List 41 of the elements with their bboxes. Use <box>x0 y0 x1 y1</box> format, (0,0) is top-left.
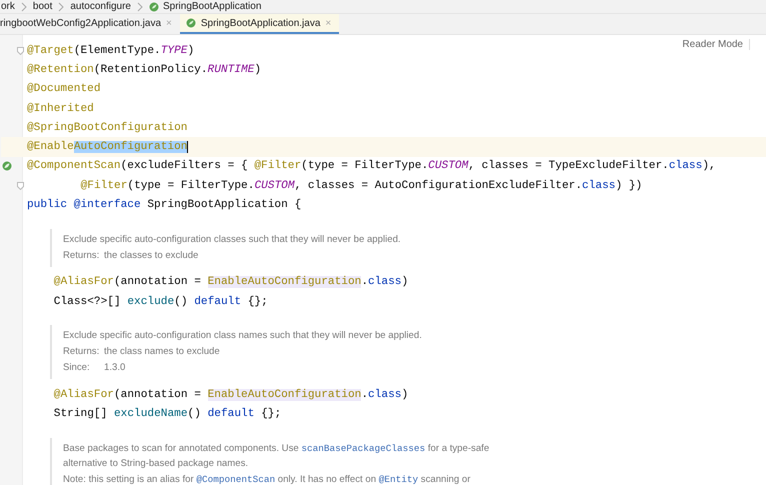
code-line: @AliasFor(annotation = EnableAutoConfiguration.class) <box>54 276 408 288</box>
code-line: @AliasFor(annotation = EnableAutoConfiguration.class) <box>54 388 408 401</box>
tab-label: SpringBootApplication.java <box>200 18 320 28</box>
breadcrumb-item[interactable]: autoconfigure <box>70 1 131 12</box>
fold-icon[interactable] <box>17 46 24 55</box>
file-tab[interactable]: SpringBootApplication.java × <box>180 14 340 34</box>
code-line: @SpringBootConfiguration <box>27 122 188 134</box>
doc-label: Returns: <box>63 248 100 263</box>
code-link[interactable]: @Entity <box>378 474 418 485</box>
code-line: String[] excludeName() default {}; <box>54 408 282 420</box>
file-tab[interactable]: ringbootWebConfig2Application.java × <box>0 14 180 34</box>
chevron-icon <box>136 2 144 12</box>
chevron-icon <box>20 2 28 12</box>
doc-text: the classes to exclude <box>104 250 198 261</box>
code-line: Class<?>[] exclude() default {}; <box>54 296 268 308</box>
code-line: @Retention(RetentionPolicy.RUNTIME) <box>27 64 262 76</box>
chevron-icon <box>57 2 66 12</box>
code-line: public @interface SpringBootApplication { <box>27 199 302 212</box>
fold-icon[interactable] <box>17 182 24 190</box>
code-link[interactable]: scanBasePackageClasses <box>301 442 426 454</box>
reader-mode-button[interactable]: Reader Mode <box>682 39 750 50</box>
code-link[interactable]: @ComponentScan <box>196 474 276 485</box>
breadcrumb-item[interactable]: boot <box>32 1 52 12</box>
doc-text: Note: this setting is an alias for @ComponentScan only. It has no effect on @Entity scanning or <box>63 472 472 485</box>
code-line: @EnableAutoConfiguration <box>27 141 188 154</box>
code-line: @Inherited <box>27 102 94 115</box>
doc-label: Returns: <box>63 345 100 360</box>
doc-text: the class names to exclude <box>104 346 220 358</box>
doc-text: Base packages to scan for annotated components. Use scanBasePackageClasses for a type-safe alternative to String-based package names. <box>63 442 490 471</box>
bean-icon[interactable] <box>2 161 12 172</box>
code-line: @Filter(type = FilterType.CUSTOM, classes = AutoConfigurationExcludeFilter.class) }) <box>80 180 642 192</box>
doc-text: 1.3.0 <box>104 362 126 374</box>
doc-label: Since: <box>63 361 91 376</box>
code-line: @ComponentScan(excludeFilters = { @Filter(type = FilterType.CUSTOM, classes = TypeExcludeFilter.class), <box>27 160 716 172</box>
code-line: @Documented <box>27 83 101 96</box>
breadcrumb-item[interactable]: SpringBootApplication <box>148 1 262 12</box>
doc-text: Exclude specific auto-configuration classes such that they will never be applied. <box>63 232 402 247</box>
doc-text: Exclude specific auto-configuration class names such that they will never be applied. <box>63 329 423 344</box>
tab-label: ringbootWebConfig2Application.java <box>0 18 162 28</box>
breadcrumb-item[interactable]: ork <box>1 1 15 12</box>
code-line: @Target(ElementType.TYPE) <box>27 44 194 57</box>
